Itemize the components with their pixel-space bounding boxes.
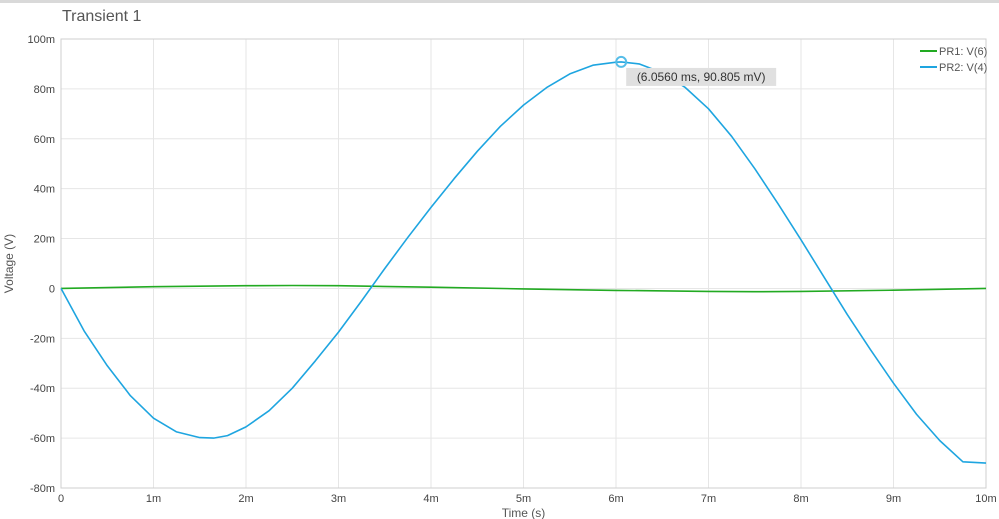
y-axis-label: Voltage (V)	[2, 234, 16, 293]
x-tick-label: 6m	[608, 493, 623, 505]
x-tick-label: 2m	[238, 493, 253, 505]
x-tick-label: 7m	[701, 493, 716, 505]
legend[interactable]: PR1: V(6) PR2: V(4)	[920, 46, 987, 74]
legend-label[interactable]: PR2: V(4)	[939, 62, 987, 74]
plot-area[interactable]: 0 1m 2m 3m 4m 5m 6m 7m 8m 9m 10m100m80m60m40m20m0-…	[0, 3, 999, 519]
y-tick-label: 20m	[34, 234, 55, 246]
grid	[60, 38, 987, 489]
y-tick-label: -40m	[30, 383, 55, 395]
x-tick-label: 10m	[975, 493, 996, 505]
x-tick-label: 5m	[516, 493, 531, 505]
y-tick-label: 40m	[34, 184, 55, 196]
legend-label[interactable]: PR1: V(6)	[939, 46, 987, 58]
y-tick-label: -80m	[30, 483, 55, 495]
y-tick-label: 60m	[34, 134, 55, 146]
chart-panel: Transient 1 0 1m 2m 3m 4m 5m 6m 7m 8m 9m 10m 100m 80…	[0, 0, 999, 519]
y-tick-label: -60m	[30, 433, 55, 445]
y-tick-label: 100m	[27, 34, 55, 46]
x-tick-label: 3m	[331, 493, 346, 505]
marker-layer: (6.0560 ms, 90.805 mV)	[615, 55, 777, 86]
x-tick-label: 8m	[793, 493, 808, 505]
tooltip-label: (6.0560 ms, 90.805 mV)	[637, 70, 766, 84]
y-tick-label: -20m	[30, 333, 55, 345]
y-tick-label: 0	[49, 283, 55, 295]
x-tick-label: 9m	[886, 493, 901, 505]
x-axis-label: Time (s)	[502, 506, 546, 519]
x-tick-label: 4m	[423, 493, 438, 505]
x-tick-label: 0	[58, 493, 64, 505]
x-tick-label: 1m	[146, 493, 161, 505]
y-tick-label: 80m	[34, 84, 55, 96]
axes: 0 1m 2m 3m 4m 5m 6m 7m 8m 9m 10m100m80m60m40m20m0-…	[27, 34, 996, 505]
